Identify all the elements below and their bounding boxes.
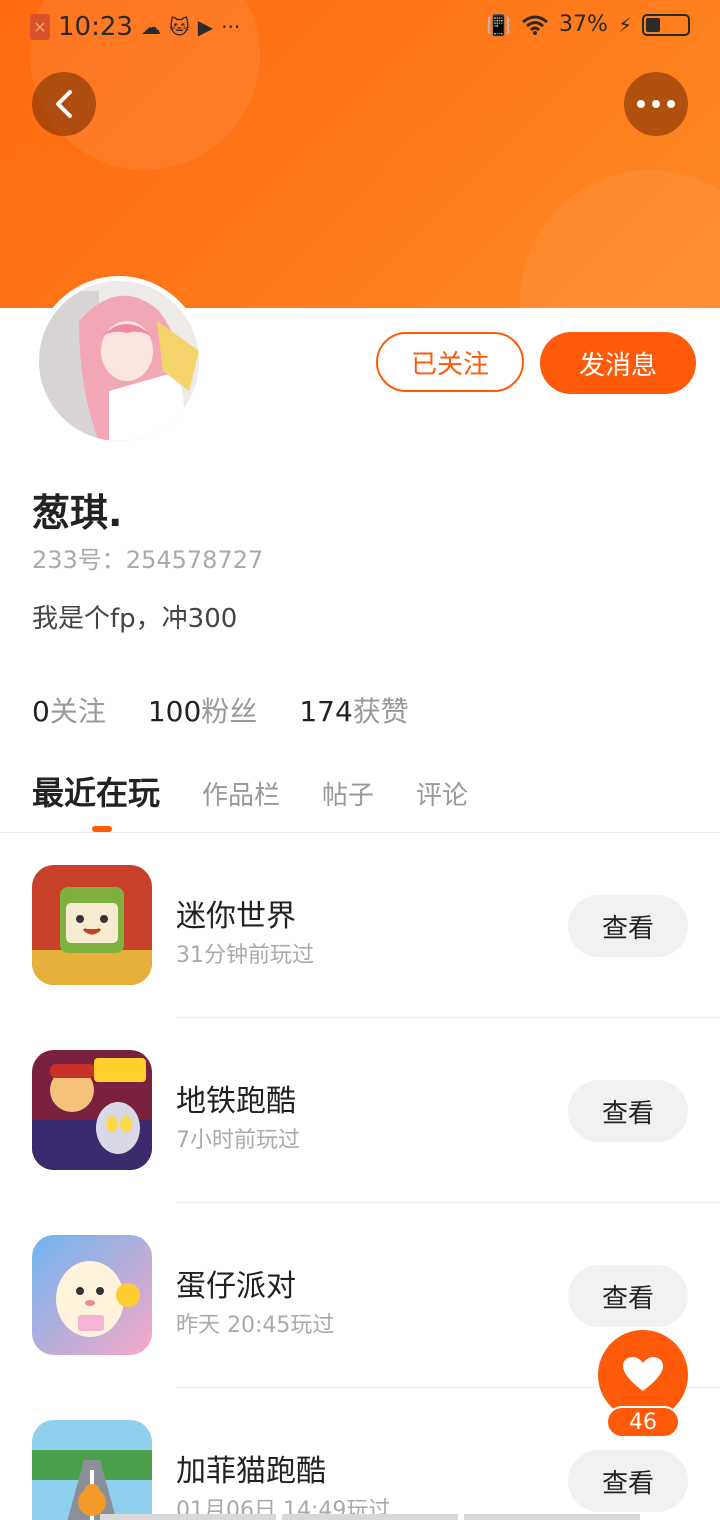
close-box-icon: ✕	[30, 14, 50, 40]
game-icon	[32, 865, 152, 985]
ellipsis-icon: ···	[221, 15, 241, 39]
game-name: 地铁跑酷	[176, 1084, 296, 1119]
avatar[interactable]	[34, 276, 204, 446]
game-name: 蛋仔派对	[176, 1269, 296, 1304]
stat-label: 关注	[49, 695, 106, 728]
game-name: 迷你世界	[176, 899, 296, 934]
more-button[interactable]	[624, 72, 688, 136]
vibrate-icon: 📳	[486, 12, 512, 37]
battery-icon	[642, 13, 690, 36]
stat-fans[interactable]: 100粉丝	[148, 690, 257, 730]
game-icon	[32, 1235, 152, 1355]
tab-comments[interactable]: 评论	[416, 775, 468, 812]
back-button[interactable]	[32, 72, 96, 136]
stat-number: 100	[147, 695, 202, 728]
status-bar: ✕ 10:23 ☁ 🐱 ▶ ··· 📳 37% ⚡	[0, 0, 720, 58]
avatar-image	[39, 281, 199, 441]
stat-number: 0	[32, 695, 50, 728]
stat-following[interactable]: 0关注	[32, 690, 106, 730]
user-bio: 我是个fp，冲300	[32, 604, 238, 634]
list-item[interactable]: 迷你世界 31分钟前玩过 查看	[0, 833, 720, 1018]
cloud-icon: ☁	[140, 15, 161, 39]
stats-row: 0关注 100粉丝 174获赞	[32, 690, 409, 730]
like-count: 46	[606, 1406, 680, 1438]
user-name: 葱琪.	[32, 491, 123, 535]
send-message-button[interactable]: 发消息	[540, 332, 696, 394]
charging-icon: ⚡	[617, 12, 632, 37]
wifi-icon	[522, 15, 549, 35]
heart-icon	[623, 1357, 663, 1391]
cat-icon: 🐱	[168, 15, 190, 39]
view-button[interactable]: 查看	[568, 1265, 688, 1327]
stat-label: 获赞	[352, 695, 409, 728]
status-time: 10:23	[58, 12, 133, 42]
battery-percent: 37%	[559, 12, 608, 37]
game-icon	[32, 1420, 152, 1520]
game-last-played: 31分钟前玩过	[176, 943, 314, 968]
following-button[interactable]: 已关注	[376, 332, 524, 392]
back-arrow-icon	[56, 90, 72, 118]
stat-likes[interactable]: 174获赞	[299, 690, 408, 730]
decor-circle	[520, 170, 720, 308]
profile-tabs: 最近在玩 作品栏 帖子 评论	[32, 768, 510, 814]
view-button[interactable]: 查看	[568, 1450, 688, 1512]
view-button[interactable]: 查看	[568, 1080, 688, 1142]
list-item[interactable]: 地铁跑酷 7小时前玩过 查看	[0, 1018, 720, 1203]
more-dots-icon	[637, 100, 675, 108]
tab-posts[interactable]: 帖子	[322, 775, 374, 812]
game-last-played: 昨天 20:45玩过	[176, 1313, 335, 1338]
game-name: 加菲猫跑酷	[176, 1454, 326, 1489]
game-last-played: 7小时前玩过	[176, 1128, 300, 1153]
stat-label: 粉丝	[201, 695, 258, 728]
tab-recent-play[interactable]: 最近在玩	[32, 768, 160, 814]
video-icon: ▶	[197, 15, 214, 39]
bottom-bar	[100, 1514, 640, 1520]
game-icon	[32, 1050, 152, 1170]
view-button[interactable]: 查看	[568, 895, 688, 957]
tab-works[interactable]: 作品栏	[202, 775, 280, 812]
user-id: 233号：254578727	[32, 546, 264, 574]
stat-number: 174	[299, 695, 353, 728]
